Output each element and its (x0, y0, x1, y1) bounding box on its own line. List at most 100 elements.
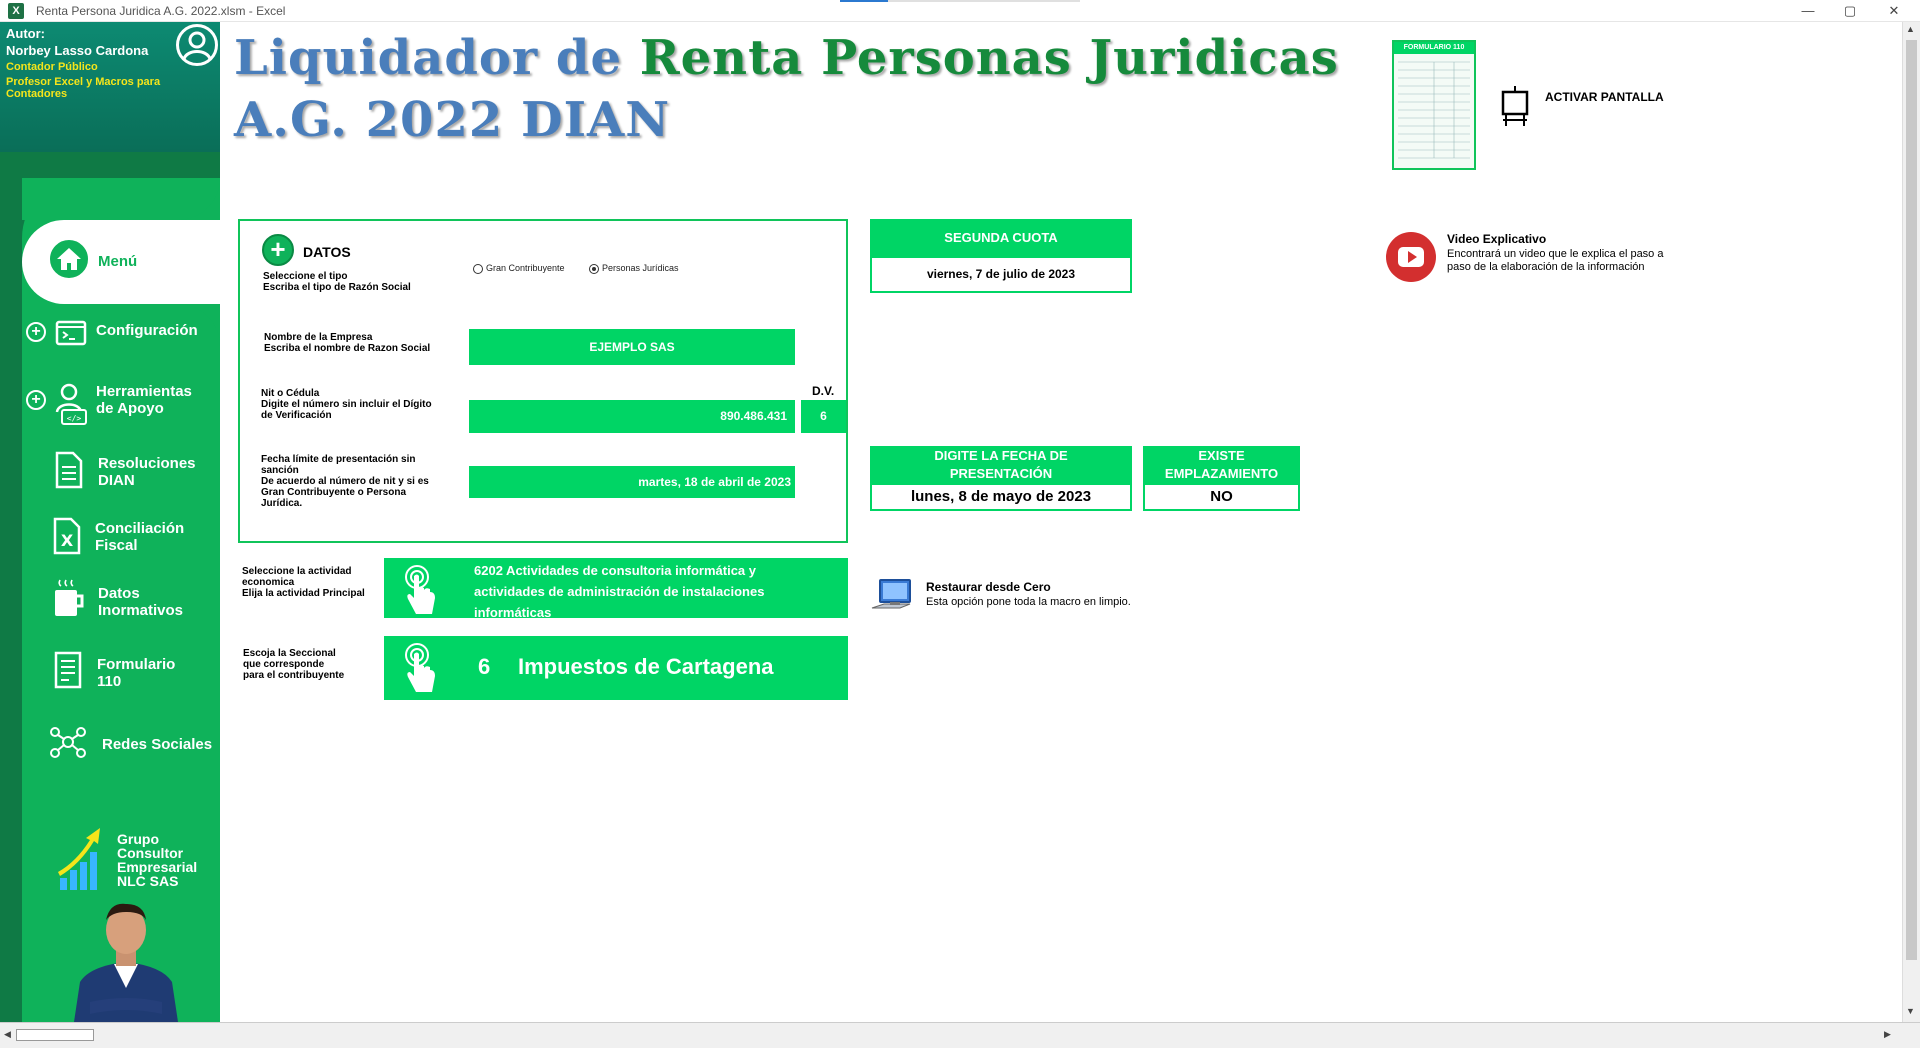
close-button[interactable]: ✕ (1874, 2, 1914, 20)
emplazamiento-header: EXISTE EMPLAZAMIENTO (1143, 446, 1300, 483)
document-icon (52, 450, 86, 490)
empresa-label: Nombre de la Empresa Escriba el nombre d… (264, 332, 430, 354)
presentacion-header-1: DIGITE LA FECHA DE (934, 448, 1068, 463)
empresa-name-field[interactable]: EJEMPLO SAS (469, 329, 795, 365)
video-title[interactable]: Video Explicativo (1447, 232, 1546, 246)
network-icon (48, 724, 88, 760)
actividad-value-2: actividades de administración de instala… (474, 584, 765, 599)
nav-label-resoluciones-2: DIAN (98, 472, 135, 489)
actividad-field[interactable]: 6202 Actividades de consultoria informát… (384, 558, 848, 620)
activar-pantalla-button[interactable]: ACTIVAR PANTALLA (1545, 90, 1664, 104)
developer-icon: </> (54, 382, 88, 426)
fecha-presentacion-input[interactable]: lunes, 8 de mayo de 2023 (870, 483, 1132, 511)
company-name: Grupo Consultor Empresarial NLC SAS (117, 832, 197, 888)
segunda-cuota-value: viernes, 7 de julio de 2023 (870, 256, 1132, 293)
page-title-line-1: Liquidador de Renta Personas Juridicas (234, 30, 1339, 86)
fecha-limite-field: martes, 18 de abril de 2023 (469, 466, 795, 498)
datos-heading: DATOS (303, 244, 351, 260)
fecha-label-3: De acuerdo al número de nit y si es (261, 476, 429, 487)
vertical-scrollbar[interactable]: ▲ ▼ (1902, 22, 1920, 1022)
actividad-value: 6202 Actividades de consultoria informát… (474, 560, 764, 623)
company-line-2: Consultor (117, 845, 184, 861)
nav-item-redes-sociales[interactable]: Redes Sociales (102, 736, 212, 753)
youtube-icon[interactable] (1386, 232, 1436, 282)
nav-label-resoluciones-1: Resoluciones (98, 455, 196, 472)
radio-label-gran-contribuyente: Gran Contribuyente (486, 263, 565, 273)
nav-item-herramientas[interactable]: Herramientas de Apoyo (96, 383, 192, 417)
author-label: Autor: (6, 26, 45, 41)
scroll-up-icon[interactable]: ▲ (1906, 24, 1915, 34)
fecha-label-5: Jurídica. (261, 498, 303, 509)
author-photo (70, 898, 182, 1022)
fecha-label-2: sanción (261, 465, 299, 476)
maximize-button[interactable]: ▢ (1830, 2, 1870, 20)
nav-item-configuracion[interactable]: Configuración (96, 322, 198, 339)
svg-text:X: X (61, 531, 74, 550)
author-name: Norbey Lasso Cardona (6, 43, 149, 58)
author-title-2: Profesor Excel y Macros para (6, 76, 161, 88)
restaurar-button[interactable]: Restaurar desde Cero (926, 580, 1051, 594)
nit-label: Nit o Cédula Digite el número sin inclui… (261, 388, 432, 421)
touch-hand-icon (404, 642, 438, 696)
expand-herramientas-icon[interactable]: + (26, 390, 46, 410)
nit-field[interactable]: 890.486.431 (469, 400, 795, 433)
nit-label-3: de Verificación (261, 410, 332, 421)
nav-pill-curve-top (22, 178, 220, 220)
nav-label-formulario-1: Formulario (97, 656, 176, 673)
nit-label-1: Nit o Cédula (261, 388, 320, 399)
dv-label: D.V. (812, 384, 835, 398)
seccional-code: 6 (478, 654, 491, 679)
emplazamiento-select[interactable]: NO (1143, 483, 1300, 511)
horizontal-scrollbar[interactable]: ◀ ▶ (0, 1022, 1920, 1048)
nav-label-herramientas-1: Herramientas (96, 383, 192, 400)
video-description: Encontrará un video que le explica el pa… (1447, 248, 1663, 274)
horizontal-scroll-thumb[interactable] (16, 1029, 94, 1041)
nav-label-conciliacion-1: Conciliación (95, 520, 185, 537)
restore-computer-icon[interactable] (870, 578, 914, 614)
seccional-field[interactable]: 6 Impuestos de Cartagena (384, 636, 848, 700)
nav-item-menu[interactable]: Menú (46, 230, 216, 294)
coffee-icon (52, 576, 86, 620)
seccional-label-2: que corresponde (243, 659, 325, 670)
console-icon (54, 316, 88, 350)
nav-label-conciliacion-2: Fiscal (95, 537, 138, 554)
home-icon (50, 240, 88, 278)
tipo-label-1: Seleccione el tipo (263, 271, 348, 282)
author-title-3: Contadores (6, 88, 68, 100)
fecha-label-1: Fecha límite de presentación sin (261, 454, 416, 465)
formulario-thumb-label: FORMULARIO 110 (1394, 42, 1474, 54)
svg-text:</>: </> (67, 414, 82, 423)
nav-item-resoluciones[interactable]: Resoluciones DIAN (98, 455, 196, 489)
scroll-down-icon[interactable]: ▼ (1906, 1006, 1915, 1016)
nav-item-conciliacion[interactable]: Conciliación Fiscal (95, 520, 184, 554)
actividad-label-1: Seleccione la actividad (242, 566, 352, 577)
nav-item-formulario[interactable]: Formulario 110 (97, 656, 175, 690)
company-line-1: Grupo (117, 831, 159, 847)
dv-field[interactable]: 6 (801, 400, 846, 433)
radio-label-personas-juridicas: Personas Jurídicas (602, 263, 679, 273)
scroll-right-icon[interactable]: ▶ (1884, 1029, 1891, 1040)
presentation-board-icon[interactable] (1500, 84, 1530, 128)
radio-gran-contribuyente[interactable] (473, 264, 483, 274)
minimize-button[interactable]: — (1788, 2, 1828, 20)
actividad-value-1: 6202 Actividades de consultoria informát… (474, 563, 757, 578)
user-avatar-icon (176, 24, 218, 66)
nav-item-datos-informativos[interactable]: Datos Inormativos (98, 585, 183, 619)
title-part-1: Liquidador de (234, 30, 623, 86)
page-title-line-2: A.G. 2022 DIAN (234, 92, 671, 148)
company-line-3: Empresarial (117, 859, 198, 875)
scroll-left-icon[interactable]: ◀ (4, 1029, 11, 1040)
radio-personas-juridicas[interactable] (589, 264, 599, 274)
window-title: Renta Persona Juridica A.G. 2022.xlsm - … (36, 4, 286, 18)
video-desc-1: Encontrará un video que le explica el pa… (1447, 248, 1664, 260)
formulario-110-thumbnail[interactable]: FORMULARIO 110 (1392, 40, 1476, 170)
fecha-label-4: Gran Contribuyente o Persona (261, 487, 407, 498)
seccional-value: Impuestos de Cartagena (518, 654, 774, 679)
window-title-bar: X Renta Persona Juridica A.G. 2022.xlsm … (0, 0, 1920, 22)
expand-configuracion-icon[interactable]: + (26, 322, 46, 342)
actividad-label-2: economica (242, 577, 295, 588)
sidebar: Autor: Norbey Lasso Cardona Contador Púb… (0, 22, 220, 1022)
add-datos-icon[interactable]: + (262, 234, 294, 266)
vertical-scroll-thumb[interactable] (1906, 40, 1917, 960)
nav-label-menu: Menú (98, 253, 138, 270)
